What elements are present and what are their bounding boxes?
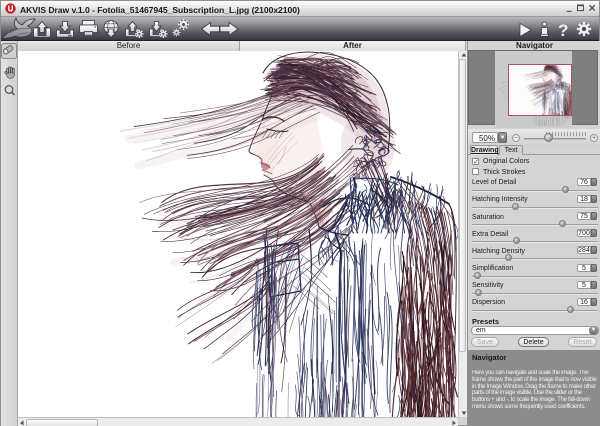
svg-text:?: ?: [558, 21, 568, 40]
